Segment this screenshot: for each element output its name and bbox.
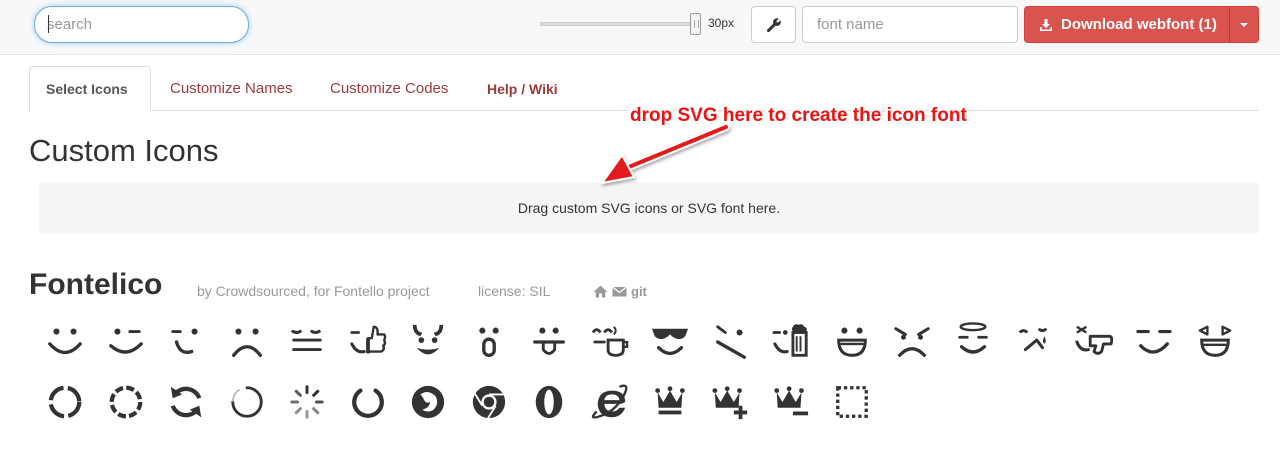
chrome-icon[interactable] <box>459 372 519 432</box>
crown-icon[interactable] <box>640 372 700 432</box>
icon-size-slider[interactable] <box>540 22 697 26</box>
download-webfont-button[interactable]: Download webfont (1) <box>1024 6 1230 43</box>
top-toolbar: 30px Download webfont (1) <box>0 0 1280 55</box>
drop-zone-text: Drag custom SVG icons or SVG font here. <box>517 200 781 216</box>
firefox-icon[interactable] <box>398 372 458 432</box>
spin3-icon[interactable] <box>156 372 216 432</box>
spin6-icon[interactable] <box>338 372 398 432</box>
custom-icons-heading: Custom Icons <box>29 133 219 168</box>
emo-coffee-icon[interactable] <box>580 312 640 372</box>
annotation-arrow <box>601 123 730 184</box>
emo-wink2-icon[interactable] <box>156 312 216 372</box>
emo-sunglasses-icon[interactable] <box>640 312 700 372</box>
spin5-icon[interactable] <box>277 372 337 432</box>
emo-saint-icon[interactable] <box>943 312 1003 372</box>
font-name-input[interactable] <box>802 6 1018 43</box>
emo-squint-icon[interactable] <box>1124 312 1184 372</box>
download-label: Download webfont (1) <box>1061 16 1217 33</box>
emo-angry-icon[interactable] <box>882 312 942 372</box>
spin1-icon[interactable] <box>35 372 95 432</box>
emo-wink-icon[interactable] <box>96 312 156 372</box>
emo-happy-icon[interactable] <box>35 312 95 372</box>
ie-icon[interactable] <box>580 372 640 432</box>
fontelico-heading: Fontelico <box>29 268 163 301</box>
emo-devil-icon[interactable] <box>398 312 458 372</box>
text-caret <box>48 15 49 33</box>
search-input[interactable] <box>34 6 249 43</box>
caret-down-icon <box>1240 22 1248 27</box>
emo-cry-icon[interactable] <box>1003 312 1063 372</box>
emo-grin-icon[interactable] <box>822 312 882 372</box>
spin4-icon[interactable] <box>217 372 277 432</box>
settings-button[interactable] <box>751 6 796 43</box>
fontelico-license[interactable]: license: SIL <box>478 283 550 299</box>
emo-thumbsup-icon[interactable] <box>338 312 398 372</box>
crown-minus-icon[interactable] <box>761 372 821 432</box>
tab-customize-names[interactable]: Customize Names <box>154 66 309 111</box>
git-link[interactable]: git <box>631 284 647 299</box>
marquee-icon[interactable] <box>822 372 882 432</box>
emo-surprised-icon[interactable] <box>459 312 519 372</box>
annotation-text: drop SVG here to create the icon font <box>630 105 967 126</box>
icon-size-label: 30px <box>708 16 735 30</box>
tab-select-icons[interactable]: Select Icons <box>29 66 151 112</box>
emo-sleep-icon[interactable] <box>277 312 337 372</box>
emo-tongue-icon[interactable] <box>519 312 579 372</box>
emo-displeased-icon[interactable] <box>701 312 761 372</box>
download-options-toggle[interactable] <box>1229 6 1259 43</box>
fontelico-author: by Crowdsourced, for Fontello project <box>197 283 430 299</box>
fontelico-links: git <box>593 284 647 299</box>
emo-unhappy-icon[interactable] <box>217 312 277 372</box>
home-icon[interactable] <box>593 285 608 298</box>
crown-plus-icon[interactable] <box>701 372 761 432</box>
mail-icon[interactable] <box>612 286 627 297</box>
icon-size-slider-handle[interactable] <box>690 13 701 35</box>
opera-icon[interactable] <box>519 372 579 432</box>
wrench-icon <box>766 17 781 32</box>
tab-customize-codes[interactable]: Customize Codes <box>314 66 464 111</box>
tab-help-wiki[interactable]: Help / Wiki <box>471 66 574 111</box>
emo-beer-icon[interactable] <box>761 312 821 372</box>
spin2-icon[interactable] <box>96 372 156 432</box>
emo-shoot-icon[interactable] <box>1064 312 1124 372</box>
emo-laugh-icon[interactable] <box>1185 312 1245 372</box>
download-icon <box>1040 18 1052 31</box>
